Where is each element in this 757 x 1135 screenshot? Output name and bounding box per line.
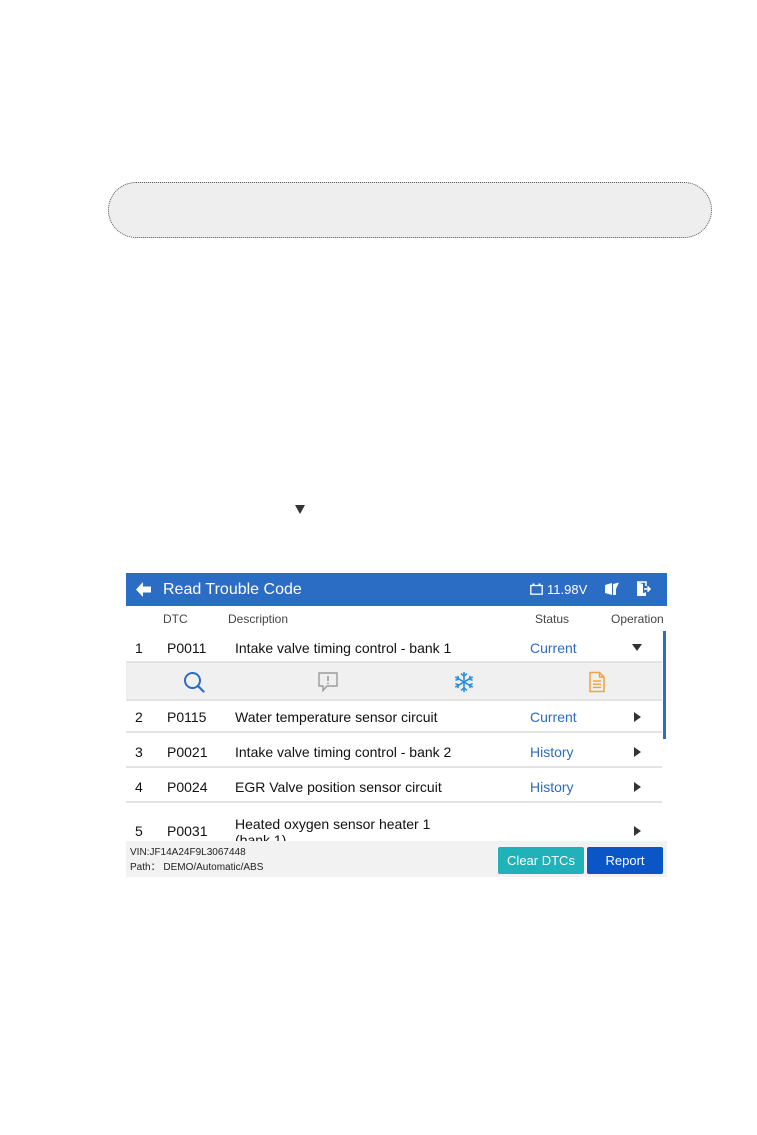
collapse-icon[interactable] bbox=[632, 644, 642, 651]
scrollbar[interactable] bbox=[663, 631, 666, 739]
footer-bar: VIN:JF14A24F9L3067448 Path： DEMO/Automat… bbox=[126, 841, 667, 877]
alert-message-icon[interactable] bbox=[317, 671, 339, 693]
table-row[interactable]: 5 P0031 Heated oxygen sensor heater 1 (b… bbox=[126, 806, 662, 848]
expand-icon[interactable] bbox=[634, 712, 641, 722]
expand-icon[interactable] bbox=[634, 782, 641, 792]
row-number: 5 bbox=[135, 823, 143, 839]
dtc-code: P0021 bbox=[167, 744, 208, 760]
dtc-code: P0115 bbox=[167, 709, 207, 725]
back-arrow-icon[interactable] bbox=[135, 581, 152, 598]
table-row[interactable]: 3 P0021 Intake valve timing control - ba… bbox=[126, 736, 662, 768]
table-row[interactable]: 4 P0024 EGR Valve position sensor circui… bbox=[126, 771, 662, 803]
column-header-description: Description bbox=[228, 612, 289, 626]
dtc-description: Intake valve timing control - bank 1 bbox=[235, 640, 452, 656]
exit-icon[interactable] bbox=[636, 581, 651, 597]
note-box bbox=[108, 182, 712, 238]
vehicle-info-icon[interactable] bbox=[604, 581, 620, 597]
dtc-status: History bbox=[530, 744, 574, 760]
column-header-dtc: DTC bbox=[163, 612, 188, 626]
vin-text: VIN:JF14A24F9L3067448 bbox=[130, 847, 246, 858]
triangle-down-icon bbox=[295, 505, 305, 514]
page-title: Read Trouble Code bbox=[163, 581, 302, 598]
row-number: 4 bbox=[135, 779, 143, 795]
row-number: 3 bbox=[135, 744, 143, 760]
column-header-operation: Operation bbox=[611, 612, 664, 626]
dtc-status: Current bbox=[530, 640, 577, 656]
voltage-readout: 11.98V bbox=[547, 582, 588, 597]
clear-dtcs-button[interactable]: Clear DTCs bbox=[498, 847, 584, 874]
expand-icon[interactable] bbox=[634, 826, 641, 836]
title-bar: Read Trouble Code 11.98V bbox=[126, 573, 667, 606]
dtc-description: Heated oxygen sensor heater 1 bbox=[235, 816, 431, 832]
dtc-description: Intake valve timing control - bank 2 bbox=[235, 744, 452, 760]
column-header-status: Status bbox=[535, 612, 570, 626]
path-text: Path： DEMO/Automatic/ABS bbox=[130, 862, 264, 873]
dtc-status: History bbox=[530, 779, 574, 795]
row-number: 1 bbox=[135, 640, 143, 656]
dtc-description: Water temperature sensor circuit bbox=[235, 709, 438, 725]
dtc-code: P0011 bbox=[167, 640, 207, 656]
dtc-code: P0031 bbox=[167, 823, 208, 839]
row-number: 2 bbox=[135, 709, 143, 725]
dtc-tools-row bbox=[126, 663, 662, 701]
snowflake-icon[interactable] bbox=[453, 671, 475, 693]
dtc-status: Current bbox=[530, 709, 577, 725]
app-screen: Read Trouble Code 11.98V DTC Description… bbox=[126, 573, 667, 877]
table-row[interactable]: 2 P0115 Water temperature sensor circuit… bbox=[126, 701, 662, 733]
document-icon[interactable] bbox=[586, 671, 608, 693]
report-button[interactable]: Report bbox=[587, 847, 663, 874]
expand-icon[interactable] bbox=[634, 747, 641, 757]
search-icon[interactable] bbox=[183, 671, 205, 693]
dtc-code: P0024 bbox=[167, 779, 208, 795]
battery-icon bbox=[530, 583, 543, 595]
dtc-description: EGR Valve position sensor circuit bbox=[235, 779, 442, 795]
table-row[interactable]: 1 P0011 Intake valve timing control - ba… bbox=[126, 631, 662, 663]
